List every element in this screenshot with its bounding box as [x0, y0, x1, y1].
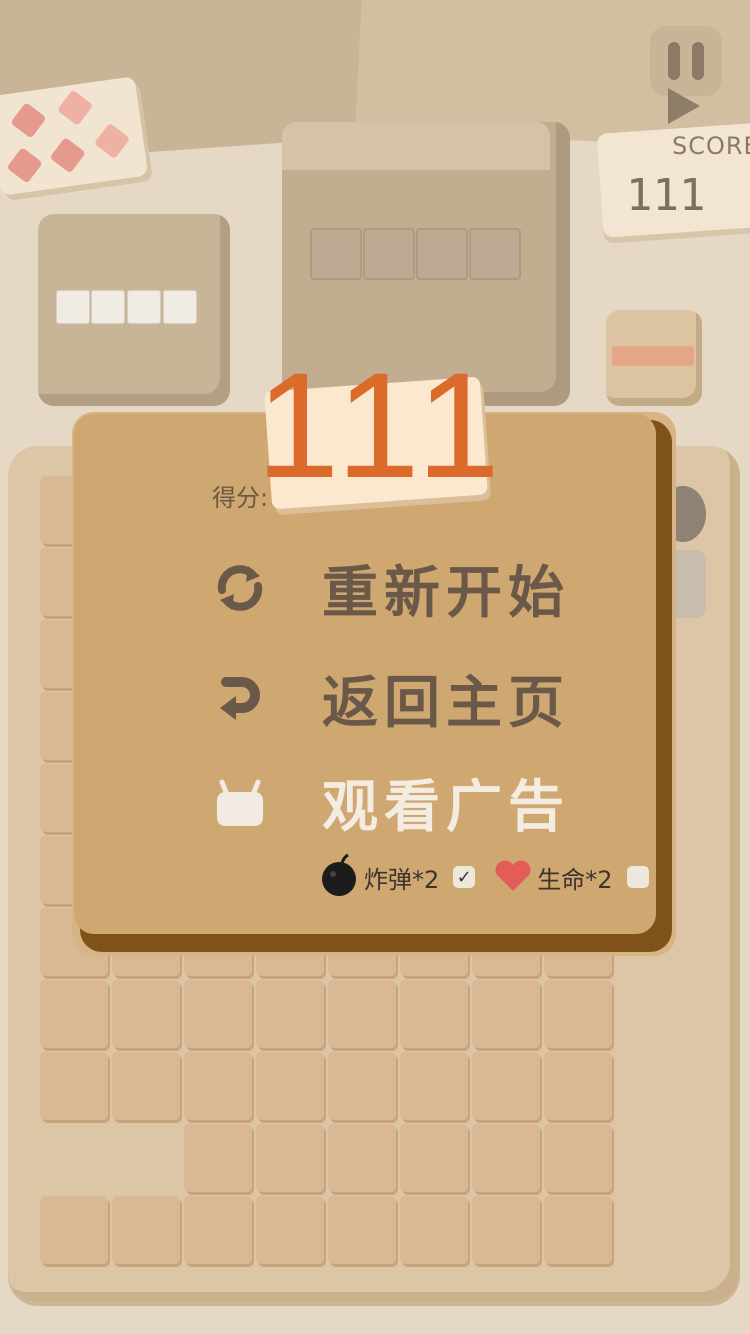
restart-label: 重新开始 — [322, 560, 570, 626]
board-cell[interactable] — [112, 1052, 180, 1120]
board-cell[interactable] — [256, 980, 324, 1048]
piece-block — [127, 290, 161, 324]
board-cell[interactable] — [328, 1196, 396, 1264]
board-cell[interactable] — [328, 1052, 396, 1120]
board-cell[interactable] — [184, 980, 252, 1048]
board-cell[interactable] — [400, 1196, 468, 1264]
return-arrow-icon — [210, 668, 270, 728]
board-cell[interactable] — [400, 1124, 468, 1192]
board-cell[interactable] — [400, 980, 468, 1048]
life-heart-icon — [93, 122, 131, 160]
tv-icon — [210, 772, 270, 832]
piece-block — [310, 228, 362, 280]
board-cell[interactable] — [472, 1052, 540, 1120]
life-heart-icon — [49, 137, 86, 174]
home-label: 返回主页 — [322, 670, 570, 736]
score-label: SCORE — [672, 132, 750, 160]
board-cell[interactable] — [544, 1196, 612, 1264]
board-cell[interactable] — [256, 1124, 324, 1192]
restart-button[interactable]: 重新开始 — [210, 548, 630, 628]
piece-slot-3[interactable] — [606, 310, 702, 406]
watch-ad-button[interactable]: 观看广告 — [210, 762, 630, 842]
bomb-icon — [320, 853, 360, 901]
piece-slot-header — [282, 122, 550, 170]
piece-block — [652, 346, 674, 366]
final-score: 111 — [256, 341, 509, 509]
ad-reward-row: 炸弹*2 ✓ 生命*2 — [320, 852, 650, 902]
board-cell[interactable] — [256, 1196, 324, 1264]
pause-button[interactable] — [650, 26, 722, 96]
board-cell[interactable] — [472, 1196, 540, 1264]
piece-block — [163, 290, 197, 324]
play-icon — [668, 88, 700, 124]
piece-block — [469, 228, 521, 280]
piece-block — [56, 290, 90, 324]
board-cell[interactable] — [184, 1124, 252, 1192]
watch-ad-label: 观看广告 — [322, 774, 570, 840]
board-cell[interactable] — [256, 1052, 324, 1120]
score-prefix-label: 得分: — [212, 484, 269, 512]
board-cell[interactable] — [184, 1052, 252, 1120]
life-heart-icon — [6, 147, 43, 184]
life-reward-checkbox[interactable] — [626, 866, 649, 888]
board-cell[interactable] — [472, 1124, 540, 1192]
lives-card — [0, 76, 149, 196]
bomb-reward-label: 炸弹*2 — [364, 865, 440, 894]
board-cell[interactable] — [544, 980, 612, 1048]
board-cell[interactable] — [112, 980, 180, 1048]
life-heart-icon — [56, 89, 94, 126]
heart-icon — [493, 857, 533, 897]
board-cell[interactable] — [40, 1196, 108, 1264]
piece-block — [416, 228, 468, 280]
home-button[interactable]: 返回主页 — [210, 658, 630, 738]
game-screen: SCORE 111 111 得分: — [0, 0, 750, 1334]
board-cell[interactable] — [544, 1124, 612, 1192]
score-value: 111 — [626, 170, 706, 221]
board-cell[interactable] — [400, 1052, 468, 1120]
board-cell[interactable] — [328, 980, 396, 1048]
board-cell[interactable] — [544, 1052, 612, 1120]
board-cell[interactable] — [40, 1052, 108, 1120]
piece-block — [632, 346, 654, 366]
bomb-reward-checkbox[interactable]: ✓ — [453, 866, 476, 888]
board-cell[interactable] — [472, 980, 540, 1048]
board-cell[interactable] — [40, 980, 108, 1048]
pause-icon — [692, 42, 704, 80]
piece-block — [672, 346, 694, 366]
piece-block — [91, 290, 125, 324]
piece-block — [612, 346, 634, 366]
piece-block — [363, 228, 415, 280]
board-cell[interactable] — [112, 1196, 180, 1264]
piece-slot-1[interactable] — [38, 214, 230, 406]
board-cell[interactable] — [184, 1196, 252, 1264]
refresh-icon — [210, 558, 270, 618]
life-reward-label: 生命*2 — [537, 865, 613, 894]
board-cell[interactable] — [328, 1124, 396, 1192]
life-heart-icon — [10, 102, 47, 139]
pause-icon — [668, 42, 680, 80]
